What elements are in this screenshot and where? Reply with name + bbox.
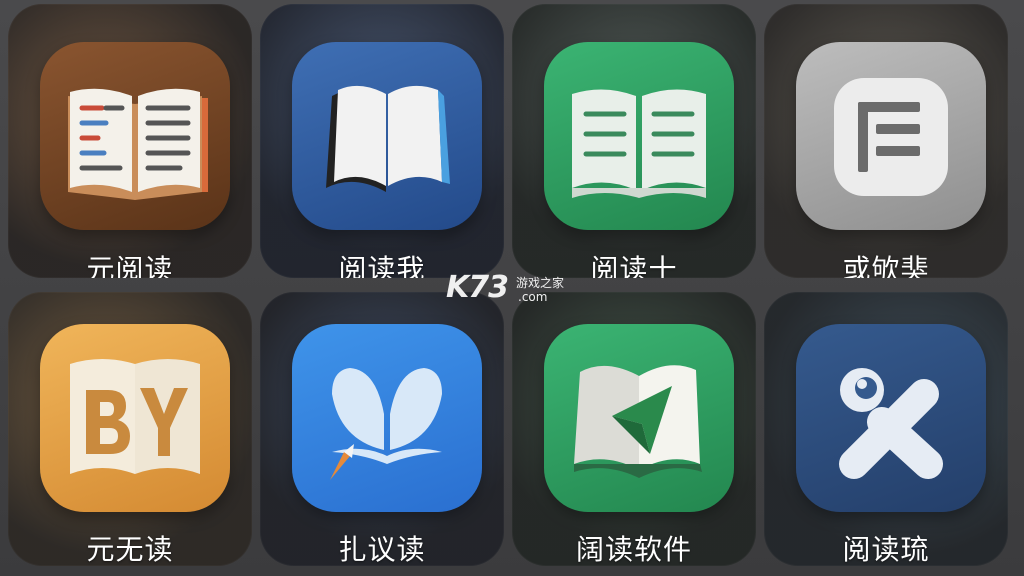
app-label: 阔读软件 — [575, 533, 692, 566]
leaf-quill-icon[interactable] — [292, 324, 482, 512]
app-tile-8[interactable]: 阅读琉 — [764, 292, 1008, 566]
watermark-logo-text: K73 — [446, 270, 509, 305]
open-book-icon[interactable] — [292, 42, 482, 230]
app-tile-3[interactable]: 阅读十 — [512, 4, 756, 278]
open-book-icon[interactable] — [40, 42, 230, 230]
watermark-subtitle: 游戏之家 — [516, 276, 565, 290]
site-watermark: K73 游戏之家 .com — [446, 270, 586, 310]
app-label: 或欨猆 — [842, 253, 930, 278]
watermark-domain: .com — [518, 290, 548, 304]
app-label: 阅读琉 — [842, 533, 930, 566]
app-tile-1[interactable]: 元阅读 — [8, 4, 252, 278]
app-tile-7[interactable]: 阔读软件 — [512, 292, 756, 566]
open-book-icon[interactable] — [544, 42, 734, 230]
document-lines-icon[interactable] — [796, 42, 986, 230]
app-tile-6[interactable]: 扎议读 — [260, 292, 504, 566]
by-book-icon[interactable] — [40, 324, 230, 512]
app-tile-4[interactable]: 或欨猆 — [764, 4, 1008, 278]
app-label: 元阅读 — [86, 253, 174, 278]
app-label: 元无读 — [86, 533, 174, 566]
app-label: 扎议读 — [338, 533, 426, 566]
app-tile-2[interactable]: 阅读我 — [260, 4, 504, 278]
app-tile-5[interactable]: 元无读 — [8, 292, 252, 566]
book-navigation-icon[interactable] — [544, 324, 734, 512]
x-swirl-icon[interactable] — [796, 324, 986, 512]
